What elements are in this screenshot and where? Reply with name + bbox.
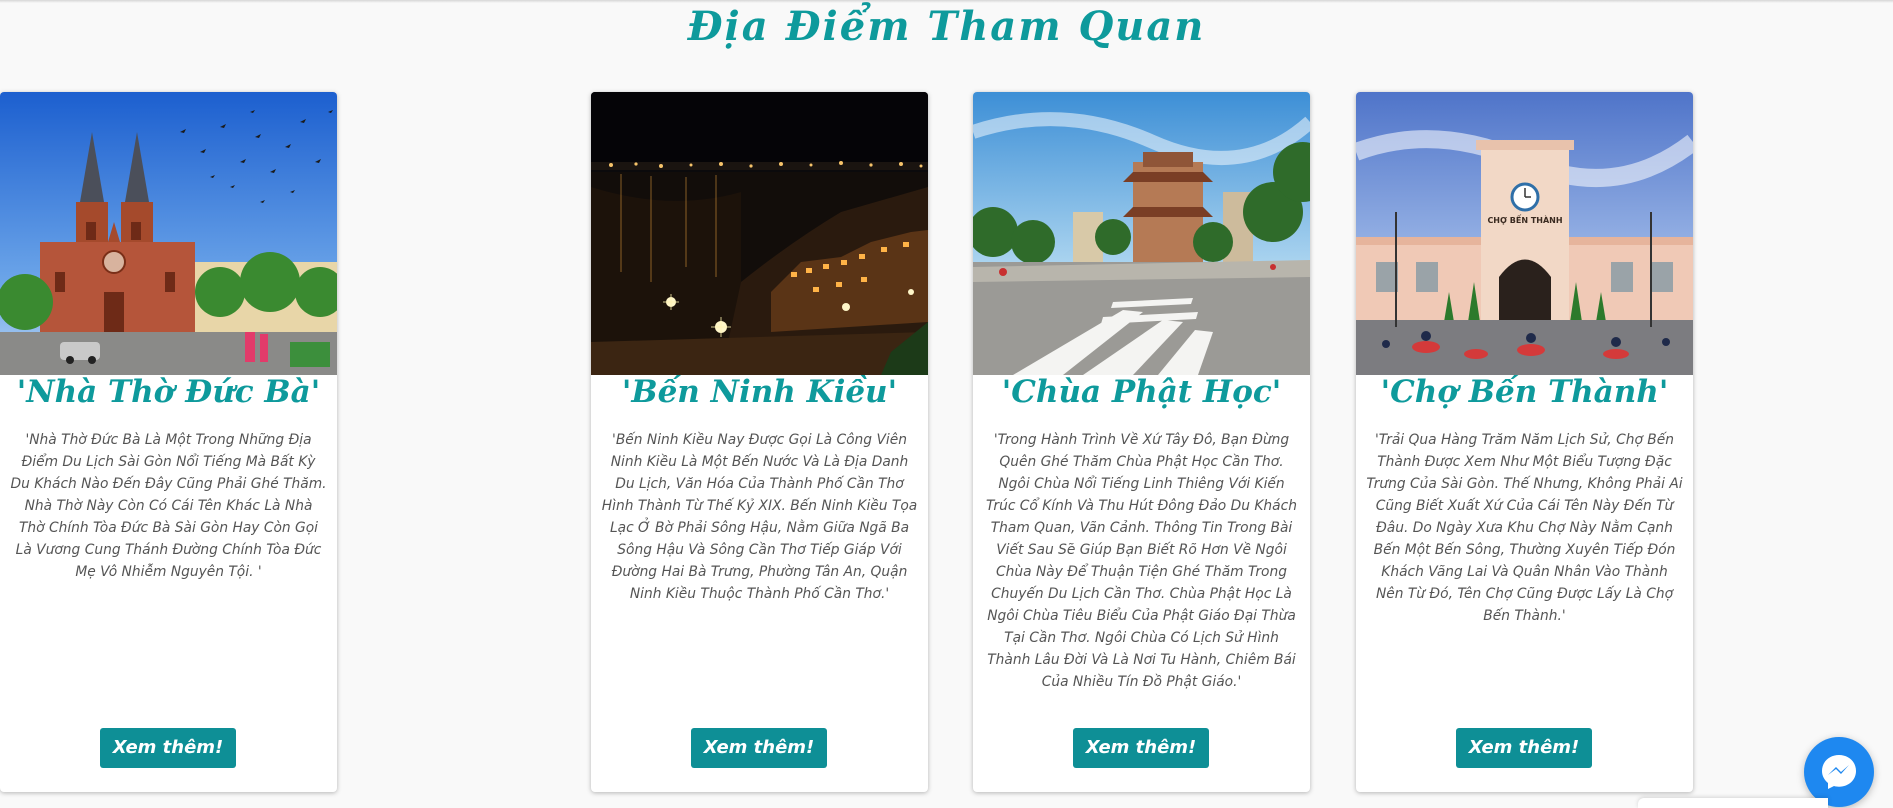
see-more-button[interactable]: Xem thêm! <box>100 728 236 768</box>
card-title: 'Chợ Bến Thành' <box>1380 374 1669 410</box>
see-more-button[interactable]: Xem thêm! <box>691 728 827 768</box>
attraction-card-ben-ninh-kieu: 'Bến Ninh Kiều' 'Bến Ninh Kiều Nay Được … <box>591 92 928 792</box>
card-image-cho-ben-thanh[interactable]: CHỢ BẾN THÀNH <box>1356 92 1693 375</box>
see-more-button[interactable]: Xem thêm! <box>1456 728 1592 768</box>
attraction-card-chua-phat-hoc: 'Chùa Phật Học' 'Trong Hành Trình Về Xứ … <box>973 92 1310 792</box>
card-description: 'Bến Ninh Kiều Nay Được Gọi Là Công Viên… <box>601 432 918 602</box>
card-description: 'Trải Qua Hàng Trăm Năm Lịch Sử, Chợ Bến… <box>1366 432 1683 624</box>
card-image-chua-phat-hoc[interactable] <box>973 92 1310 375</box>
card-description: 'Nhà Thờ Đức Bà Là Một Trong Những Địa Đ… <box>10 432 327 580</box>
messenger-chat-button[interactable] <box>1804 737 1874 807</box>
messenger-icon <box>1822 755 1856 789</box>
attraction-card-nha-tho-duc-ba: 'Nhà Thờ Đức Bà' 'Nhà Thờ Đức Bà Là Một … <box>0 92 337 792</box>
section-title: Địa Điểm Tham Quan <box>687 3 1206 50</box>
card-title: 'Nhà Thờ Đức Bà' <box>16 374 321 410</box>
card-description: 'Trong Hành Trình Về Xứ Tây Đô, Bạn Đừng… <box>986 432 1297 690</box>
card-title: 'Chùa Phật Học' <box>1001 374 1282 410</box>
attraction-card-cho-ben-thanh: CHỢ BẾN THÀNH 'Chợ Bến Thành' 'Trải Qua … <box>1356 92 1693 792</box>
see-more-button[interactable]: Xem thêm! <box>1073 728 1209 768</box>
card-title: 'Bến Ninh Kiều' <box>621 374 898 410</box>
card-image-ben-ninh-kieu[interactable] <box>591 92 928 375</box>
corner-widget <box>1638 798 1828 808</box>
card-image-nha-tho-duc-ba[interactable] <box>0 92 337 375</box>
